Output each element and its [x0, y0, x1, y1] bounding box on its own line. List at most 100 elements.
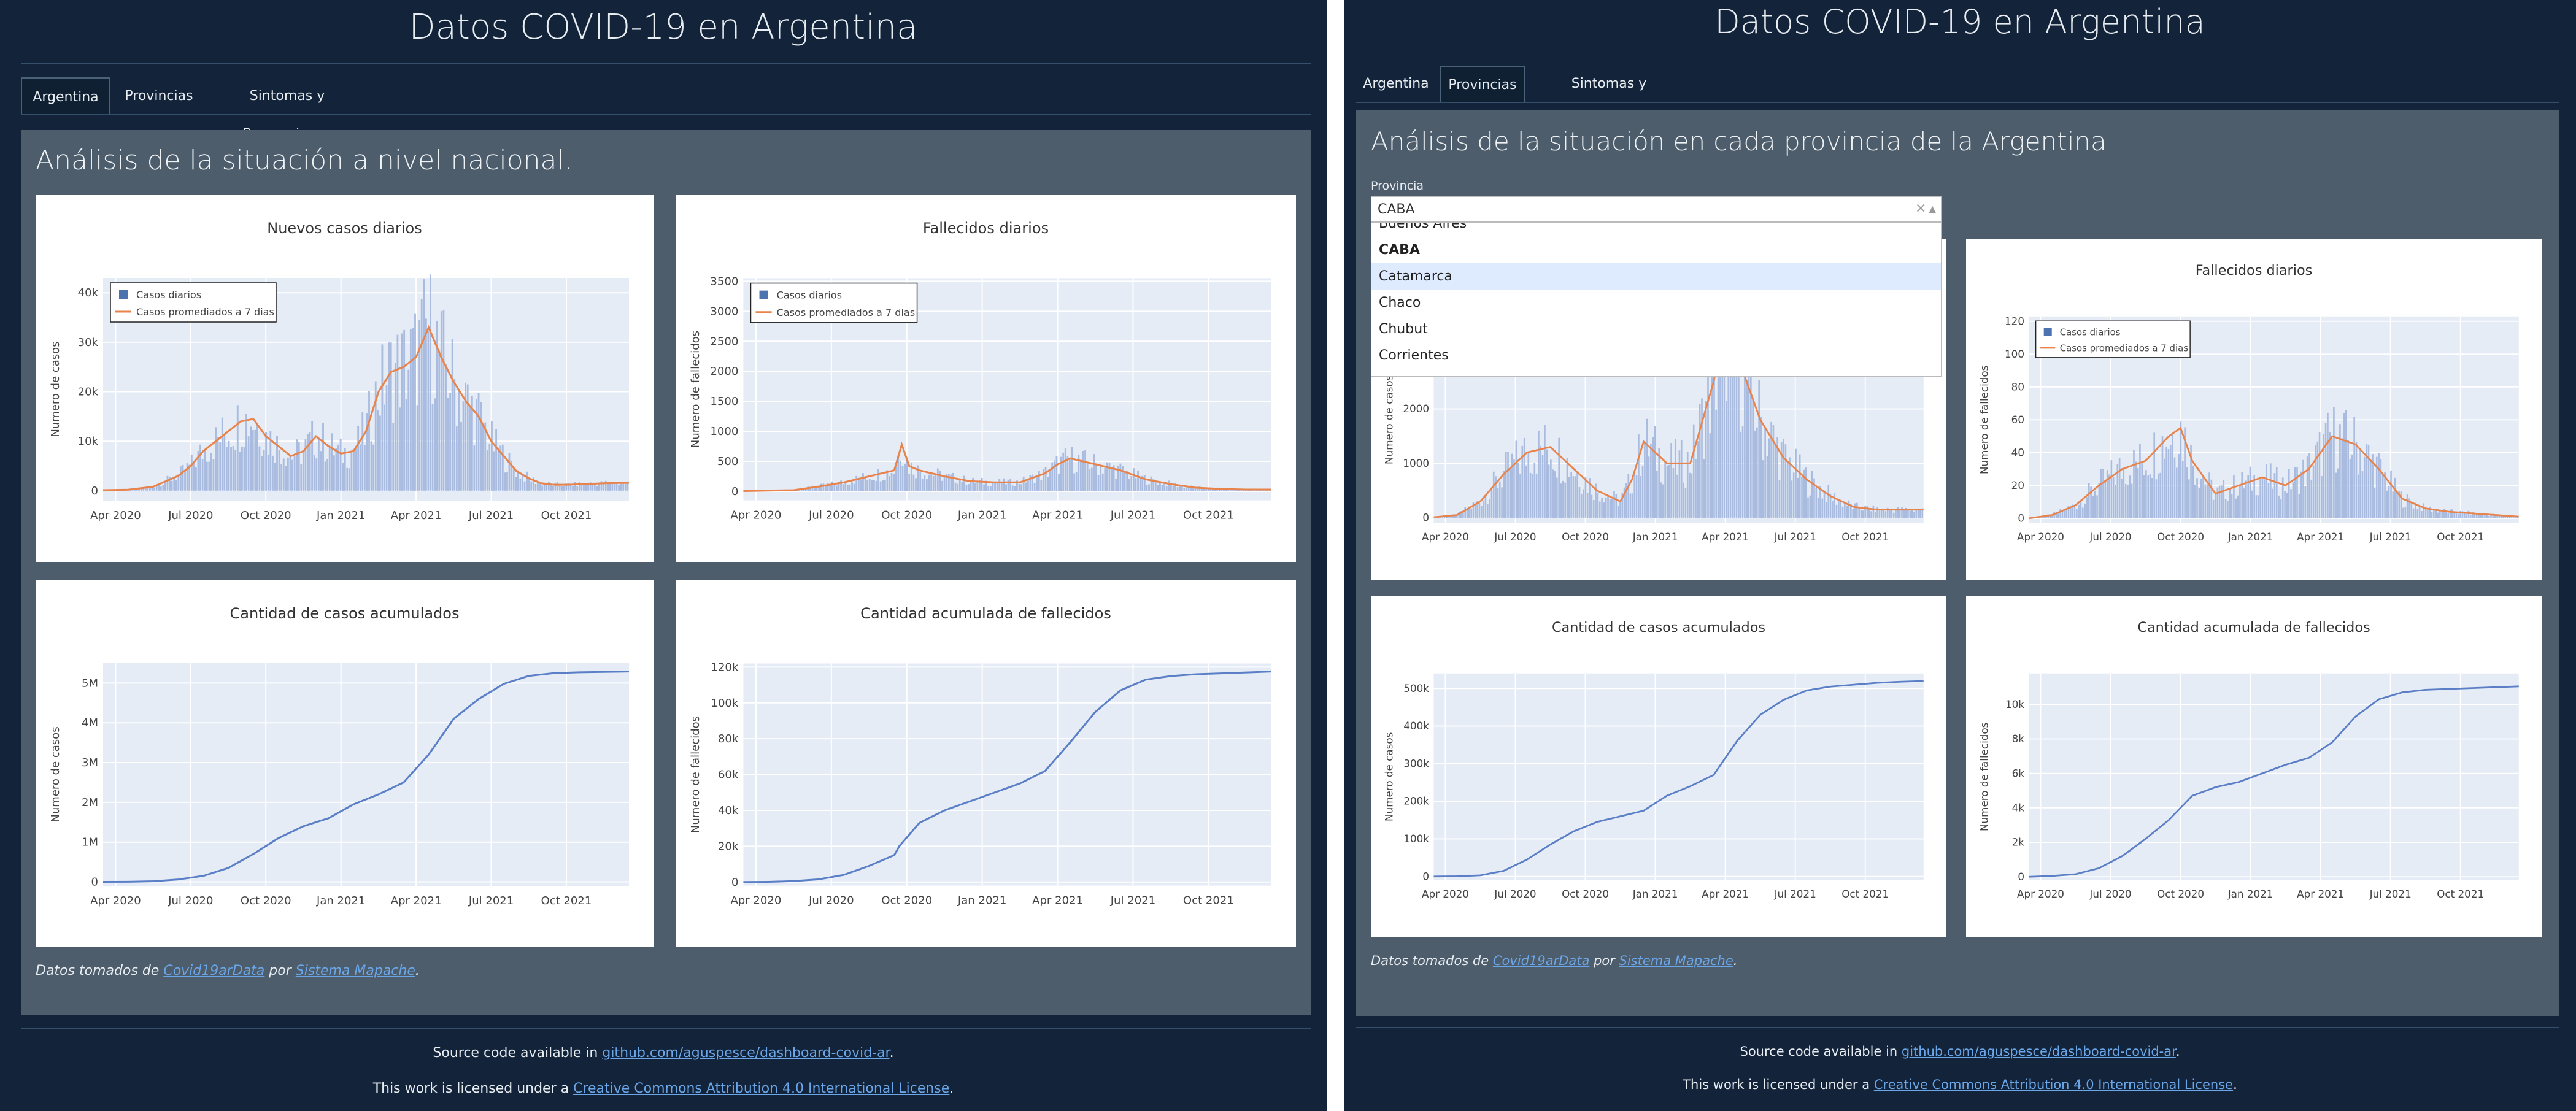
- y-axis-label: Numero de casos: [49, 726, 62, 822]
- tab-argentina[interactable]: Argentina: [21, 77, 110, 115]
- bar: [1466, 509, 1468, 518]
- bar: [1862, 510, 1864, 518]
- bar: [1615, 494, 1618, 518]
- bar: [1670, 443, 1672, 518]
- github-link[interactable]: github.com/aguspesce/dashboard-covid-ar: [1902, 1044, 2176, 1059]
- bar: [1529, 472, 1532, 518]
- bar: [2224, 499, 2227, 518]
- bar: [983, 484, 985, 491]
- footer-license: This work is licensed under a Creative C…: [1344, 1077, 2576, 1092]
- clear-icon[interactable]: ×: [1915, 201, 1926, 216]
- bar: [871, 480, 873, 491]
- bar: [430, 274, 431, 491]
- bar: [1892, 512, 1895, 518]
- bar: [1817, 497, 1819, 518]
- bar: [243, 447, 245, 491]
- bar: [2480, 515, 2482, 518]
- bar: [2316, 441, 2319, 518]
- license-link[interactable]: Creative Commons Attribution 4.0 Interna…: [1874, 1077, 2233, 1092]
- province-option[interactable]: Buenos Aires: [1371, 223, 1941, 237]
- footer-line1-suffix: .: [2175, 1044, 2180, 1059]
- chevron-up-icon[interactable]: ▲: [1929, 203, 1936, 215]
- tab-sintomas[interactable]: Sintomas y Precauciones: [207, 77, 367, 142]
- bar: [445, 364, 447, 491]
- bar: [401, 333, 403, 491]
- bar: [2312, 465, 2315, 518]
- bar: [1680, 440, 1683, 518]
- province-option[interactable]: Chaco: [1371, 290, 1941, 316]
- bar: [1638, 433, 1640, 518]
- bar: [2392, 491, 2394, 518]
- bar: [2231, 494, 2233, 518]
- bar: [820, 483, 822, 491]
- bar: [515, 477, 517, 491]
- bar: [311, 421, 314, 491]
- bar: [1699, 404, 1701, 518]
- section-heading: Análisis de la situación en cada provinc…: [1371, 126, 2107, 156]
- chart-prov-cum-cases: Cantidad de casos acumulados 0 100k 200k 300…: [1382, 620, 1924, 900]
- bar: [1069, 459, 1071, 491]
- author-link[interactable]: Sistema Mapache: [296, 963, 415, 978]
- bar: [1503, 471, 1505, 518]
- bar: [1872, 505, 1875, 518]
- bar: [2384, 472, 2386, 518]
- bar: [1783, 438, 1784, 518]
- bar: [1047, 477, 1049, 491]
- github-link[interactable]: github.com/aguspesce/dashboard-covid-ar: [602, 1045, 889, 1061]
- bar: [221, 417, 223, 491]
- province-options-list[interactable]: Buenos Aires CABA Catamarca Chaco Chubut…: [1371, 222, 1942, 377]
- bar: [546, 485, 548, 491]
- tab-sintomas[interactable]: Sintomas y Precauciones: [1529, 66, 1689, 127]
- bar: [1168, 480, 1170, 491]
- bar: [1644, 443, 1646, 518]
- province-option[interactable]: Catamarca: [1371, 263, 1941, 290]
- source-link[interactable]: Covid19arData: [163, 963, 264, 978]
- license-link[interactable]: Creative Commons Attribution 4.0 Interna…: [573, 1081, 949, 1096]
- legend-swatch-bar: [759, 290, 768, 299]
- bar: [1891, 509, 1893, 518]
- bar: [2353, 417, 2355, 518]
- author-link[interactable]: Sistema Mapache: [1619, 953, 1733, 968]
- bar: [1834, 493, 1836, 518]
- screen-national: Datos COVID-19 en Argentina Argentina Pr…: [0, 0, 1327, 1111]
- y-tick-label: 3000: [710, 305, 738, 318]
- bar: [868, 479, 871, 491]
- bar: [363, 445, 366, 491]
- bar: [1003, 478, 1005, 491]
- bar: [265, 432, 268, 491]
- bar: [2204, 484, 2207, 518]
- tab-argentina[interactable]: Argentina: [1356, 66, 1436, 102]
- bar: [2173, 457, 2176, 518]
- bar: [1660, 482, 1662, 518]
- source-link[interactable]: Covid19arData: [1493, 953, 1589, 968]
- bar: [1515, 440, 1517, 518]
- bar: [2302, 459, 2304, 518]
- tab-provincias[interactable]: Provincias: [113, 77, 205, 115]
- province-option[interactable]: Corrientes: [1371, 342, 1941, 369]
- bar: [2367, 445, 2370, 518]
- bar: [1535, 473, 1538, 518]
- bar: [2080, 501, 2082, 518]
- bar: [2127, 485, 2129, 518]
- bar: [241, 447, 243, 491]
- province-option[interactable]: Chubut: [1371, 316, 1941, 342]
- bar: [2351, 455, 2353, 518]
- province-option[interactable]: CABA: [1371, 237, 1941, 263]
- y-tick-label: 40k: [718, 804, 739, 817]
- bar: [1029, 475, 1032, 491]
- y-tick-label: 4k: [2012, 801, 2025, 813]
- bar: [1062, 452, 1065, 491]
- bar: [261, 456, 263, 491]
- bar: [593, 483, 596, 491]
- bar: [2321, 476, 2323, 518]
- bar: [342, 463, 344, 491]
- province-dropdown[interactable]: CABA × ▲: [1371, 196, 1942, 222]
- bar: [2151, 478, 2153, 518]
- bar: [1157, 485, 1159, 491]
- bar: [293, 456, 296, 491]
- bar: [1456, 515, 1458, 518]
- tab-provincias[interactable]: Provincias: [1440, 66, 1525, 102]
- bar: [1084, 450, 1086, 491]
- bar: [412, 328, 414, 491]
- bar: [974, 483, 976, 491]
